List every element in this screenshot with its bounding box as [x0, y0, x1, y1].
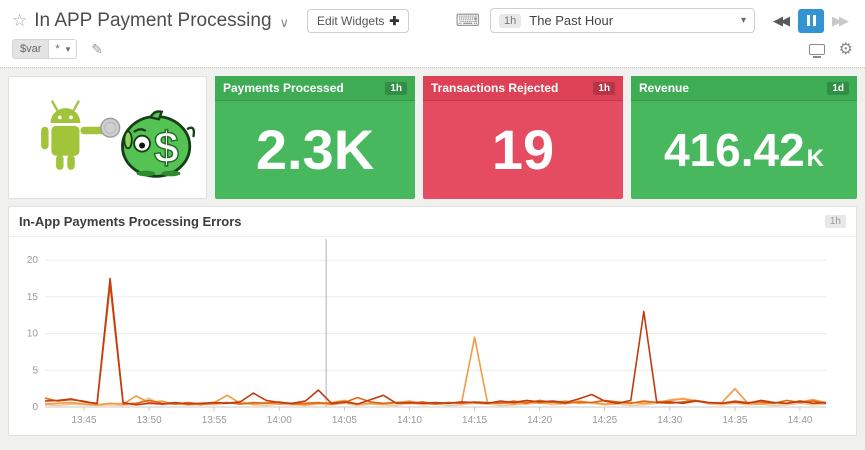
plus-icon: ✚	[389, 14, 399, 28]
template-variable-selector[interactable]: $var * ▾	[12, 39, 77, 59]
tv-mode-icon[interactable]	[809, 44, 825, 55]
kpi-title: Payments Processed	[223, 81, 344, 95]
title-dropdown-caret-icon[interactable]: ∨	[280, 15, 290, 31]
favorite-star-icon[interactable]: ☆	[12, 11, 27, 31]
time-range-label: The Past Hour	[529, 13, 741, 28]
kpi-value: 416.42K	[664, 127, 824, 173]
template-variable-value: *	[55, 43, 59, 55]
template-variable-name: $var	[12, 39, 48, 59]
kpi-value: 19	[492, 122, 554, 178]
kpi-value-suffix: K	[807, 147, 824, 171]
svg-text:13:55: 13:55	[202, 415, 227, 426]
kpi-timeframe-badge: 1h	[385, 82, 407, 95]
kpi-title: Transactions Rejected	[431, 81, 558, 95]
chevron-down-icon: ▾	[66, 44, 71, 55]
pause-button[interactable]	[798, 9, 824, 33]
svg-text:14:30: 14:30	[657, 415, 682, 426]
kpi-value: 2.3K	[256, 122, 374, 178]
kpi-transactions-rejected[interactable]: Transactions Rejected 1h 19	[423, 76, 623, 199]
kpi-timeframe-badge: 1h	[593, 82, 615, 95]
chart-timeframe-badge: 1h	[825, 215, 846, 228]
timeseries-chart[interactable]: 0 5 10 15 20 13:45 13:50 13:55 14:00 14:05 14:10 14…	[9, 237, 856, 433]
android-piggybank-svg: $	[14, 83, 201, 193]
svg-text:$: $	[154, 121, 179, 172]
dashboard-title: In APP Payment Processing	[34, 10, 271, 32]
svg-text:14:10: 14:10	[397, 415, 422, 426]
dashboard-board: $ Payments Processed 1h 2.3K Transaction…	[0, 67, 865, 450]
kpi-revenue[interactable]: Revenue 1d 416.42K	[631, 76, 857, 199]
kpi-payments-processed[interactable]: Payments Processed 1h 2.3K	[215, 76, 415, 199]
svg-text:14:20: 14:20	[527, 415, 552, 426]
svg-text:13:45: 13:45	[72, 415, 97, 426]
svg-text:14:35: 14:35	[722, 415, 747, 426]
errors-chart-widget[interactable]: In-App Payments Processing Errors 1h 0 5 1…	[8, 206, 857, 436]
edit-widgets-label: Edit Widgets	[317, 14, 384, 28]
gear-icon[interactable]: ⚙	[839, 39, 853, 59]
svg-text:14:00: 14:00	[267, 415, 292, 426]
svg-text:14:15: 14:15	[462, 415, 487, 426]
dashboard-header: ☆ In APP Payment Processing ∨ Edit Widge…	[0, 0, 865, 67]
svg-text:0: 0	[32, 402, 38, 413]
chart-title: In-App Payments Processing Errors	[19, 214, 242, 229]
svg-text:10: 10	[27, 329, 39, 340]
kpi-title: Revenue	[639, 81, 689, 95]
svg-text:20: 20	[27, 255, 39, 266]
svg-text:14:05: 14:05	[332, 415, 357, 426]
svg-text:13:50: 13:50	[137, 415, 162, 426]
android-piggybank-image: $	[8, 76, 207, 199]
edit-widgets-button[interactable]: Edit Widgets ✚	[307, 9, 409, 33]
svg-text:15: 15	[27, 292, 39, 303]
svg-text:14:25: 14:25	[592, 415, 617, 426]
edit-pencil-icon[interactable]: ✎	[91, 41, 103, 58]
svg-text:5: 5	[32, 365, 38, 376]
rewind-button[interactable]: ◀◀	[769, 9, 794, 33]
svg-text:14:40: 14:40	[787, 415, 812, 426]
fast-forward-button[interactable]: ▶▶	[828, 9, 853, 33]
time-range-badge: 1h	[499, 14, 521, 28]
chevron-down-icon: ▾	[741, 15, 746, 26]
time-range-select[interactable]: 1h The Past Hour ▾	[490, 8, 755, 33]
keyboard-shortcuts-icon[interactable]: ⌨	[455, 11, 480, 31]
kpi-timeframe-badge: 1d	[827, 82, 849, 95]
